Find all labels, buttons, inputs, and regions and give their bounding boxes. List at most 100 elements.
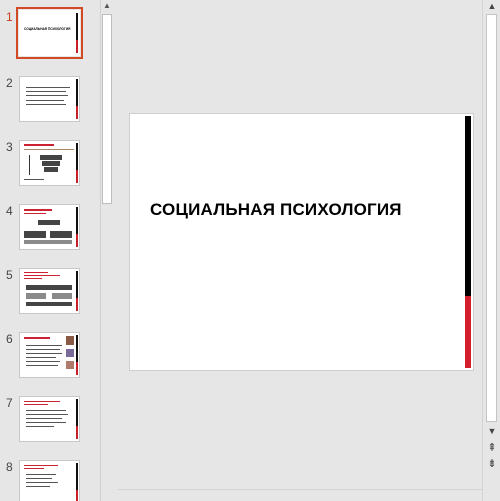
thumbnail-accent-bar: [76, 106, 78, 119]
thumbnail-text-line: [26, 478, 52, 479]
slide-thumbnail-1[interactable]: СОЦИАЛЬНАЯ ПСИХОЛОГИЯ: [16, 7, 83, 59]
thumbnail-text-line: [26, 410, 66, 411]
slide-thumbnail-row[interactable]: 3: [0, 140, 100, 190]
thumbnail-shape: [26, 293, 46, 299]
slide-thumbnail-2[interactable]: [19, 76, 80, 122]
up-arrow-icon[interactable]: ▲: [486, 1, 498, 12]
thumbnail-text-line: [26, 361, 60, 362]
slide-thumbnail-row[interactable]: 1 СОЦИАЛЬНАЯ ПСИХОЛОГИЯ: [0, 7, 100, 60]
thumbnail-arrow: [29, 155, 30, 175]
thumbnail-accent-bar: [76, 79, 78, 107]
thumbnail-accent-bar: [76, 362, 78, 375]
thumbnail-heading: [24, 213, 46, 214]
thumbnail-image: [66, 361, 74, 369]
thumbnail-heading: [24, 337, 50, 339]
slide-number: 3: [6, 140, 13, 154]
thumbnail-text-line: [26, 353, 62, 354]
thumbnail-text-line: [26, 414, 68, 415]
thumbnail-text-line: [26, 349, 60, 350]
slide-accent-bar-red: [465, 296, 471, 368]
thumbnail-accent-bar: [76, 143, 78, 171]
double-up-arrow-icon[interactable]: ⇞: [486, 443, 498, 454]
thumbnail-shape: [24, 231, 46, 238]
thumbnail-shape: [52, 293, 72, 299]
horizontal-scrollbar[interactable]: [118, 489, 482, 501]
thumbnail-accent-bar: [76, 426, 78, 439]
editor-scrollbar[interactable]: ▲ ▼ ⇞ ⇟: [482, 0, 500, 501]
thumbnail-accent-bar: [76, 490, 78, 501]
slide-thumbnail-5[interactable]: [19, 268, 80, 314]
slide-thumbnail-row[interactable]: 2: [0, 76, 100, 126]
thumbnail-accent-bar: [76, 271, 78, 299]
slide-number: 4: [6, 204, 13, 218]
thumbnail-accent-bar: [76, 170, 78, 183]
thumbnail-heading: [24, 272, 48, 273]
slide-thumbnail-8[interactable]: [19, 460, 80, 501]
slide-thumbnail-row[interactable]: 8: [0, 460, 100, 501]
thumbnail-shape: [26, 302, 72, 306]
thumbnail-text-line: [26, 418, 62, 419]
thumbnail-text-line: [26, 357, 56, 358]
thumbnail-accent-bar: [76, 207, 78, 235]
thumbnail-text-line: [26, 365, 58, 366]
thumbnail-text-line: [26, 474, 56, 475]
slide-thumbnail-4[interactable]: [19, 204, 80, 250]
thumbnail-accent-bar: [76, 40, 78, 53]
scrollbar-thumb[interactable]: [486, 14, 497, 422]
slide-title[interactable]: СОЦИАЛЬНАЯ ПСИХОЛОГИЯ: [150, 200, 402, 220]
thumbnail-accent-bar: [76, 13, 78, 41]
thumbnail-accent-bar: [76, 298, 78, 311]
thumbnail-heading: [24, 144, 54, 146]
thumbnail-accent-bar: [76, 234, 78, 247]
thumbnail-text-line: [26, 104, 66, 105]
thumbnail-shape: [24, 240, 72, 244]
thumbnail-text-line: [24, 179, 44, 180]
up-arrow-icon[interactable]: ▲: [103, 2, 111, 10]
slide-thumbnail-row[interactable]: 7: [0, 396, 100, 446]
thumbnail-shape: [40, 155, 62, 160]
thumbnail-text-line: [26, 426, 54, 427]
slide-number: 6: [6, 332, 13, 346]
down-arrow-icon[interactable]: ▼: [486, 426, 498, 437]
thumbnail-shape: [44, 167, 58, 172]
thumbnail-shape: [42, 161, 60, 166]
thumbnail-heading: [24, 404, 48, 405]
thumbnail-shape: [26, 285, 72, 290]
thumbnail-heading: [24, 468, 44, 469]
thumbnail-image: [66, 349, 74, 357]
thumbnail-heading: [24, 278, 42, 279]
slide-number: 8: [6, 460, 13, 474]
thumbnail-text-line: [24, 149, 74, 150]
slide-thumbnail-row[interactable]: 6: [0, 332, 100, 382]
slide-accent-bar-black: [465, 116, 471, 299]
slide-thumbnail-3[interactable]: [19, 140, 80, 186]
thumbnail-shape: [38, 220, 60, 225]
thumbnail-text-line: [26, 486, 50, 487]
thumbnail-text-line: [26, 95, 68, 96]
thumbnail-text-line: [26, 345, 62, 346]
thumbnail-text-line: [26, 87, 70, 88]
thumbnail-heading: [24, 465, 58, 466]
thumbnail-heading: [24, 275, 60, 276]
thumbnail-heading: [24, 209, 52, 211]
double-down-arrow-icon[interactable]: ⇟: [486, 459, 498, 470]
thumbnail-heading: [24, 401, 60, 402]
slide-thumbnail-6[interactable]: [19, 332, 80, 378]
slide-thumbnail-pane: 1 СОЦИАЛЬНАЯ ПСИХОЛОГИЯ 2 3 4 5 6 7 8: [0, 0, 113, 501]
slide-number: 2: [6, 76, 13, 90]
slide-editor: СОЦИАЛЬНАЯ ПСИХОЛОГИЯ: [118, 0, 482, 489]
thumbnail-accent-bar: [76, 399, 78, 427]
slide-thumbnail-row[interactable]: 4: [0, 204, 100, 254]
thumbnail-text-line: [26, 422, 66, 423]
slide-thumbnail-7[interactable]: [19, 396, 80, 442]
thumbnail-scrollbar[interactable]: ▲: [100, 0, 113, 501]
thumbnail-accent-bar: [76, 463, 78, 491]
thumbnail-text-line: [26, 91, 66, 92]
slide-thumbnail-row[interactable]: 5: [0, 268, 100, 318]
current-slide[interactable]: СОЦИАЛЬНАЯ ПСИХОЛОГИЯ: [129, 113, 474, 371]
scrollbar-thumb[interactable]: [102, 14, 112, 204]
slide-number: 5: [6, 268, 13, 282]
slide-number: 7: [6, 396, 13, 410]
thumbnail-accent-bar: [76, 335, 78, 363]
thumbnail-image: [66, 336, 74, 345]
